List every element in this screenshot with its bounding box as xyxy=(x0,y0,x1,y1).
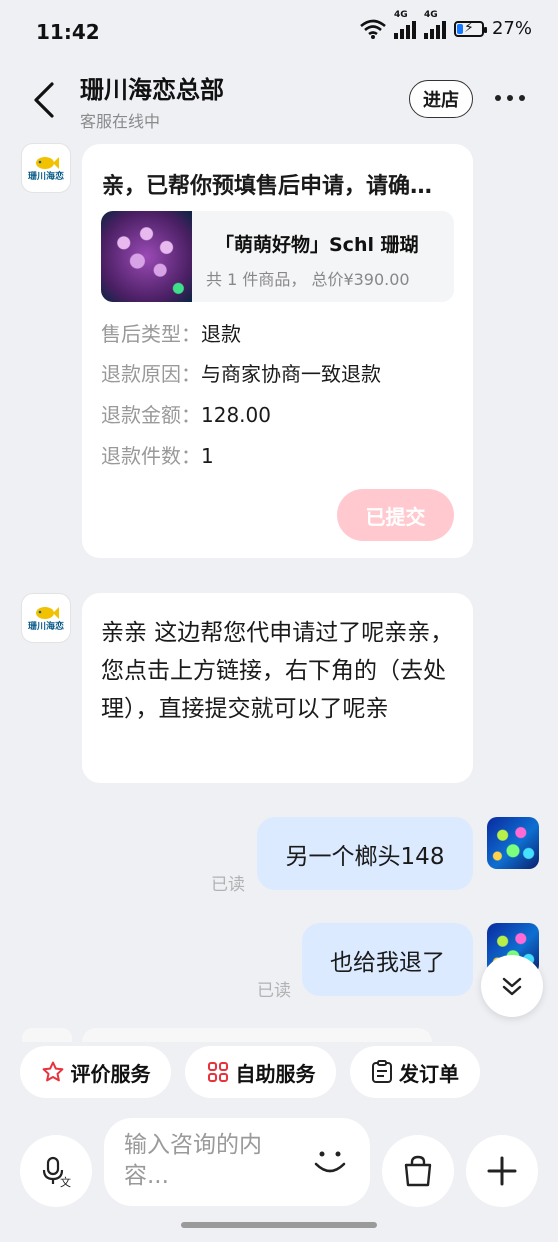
wifi-icon xyxy=(360,19,386,39)
signal-icon: 4G xyxy=(423,10,446,39)
shop-name[interactable]: 珊川海恋总部 xyxy=(80,70,224,105)
microphone-icon: 文 xyxy=(42,1156,71,1189)
status-icons: 4G 4G ⚡ 27% xyxy=(360,10,532,39)
product-image xyxy=(101,211,192,302)
next-avatar-peek xyxy=(22,1028,72,1042)
scroll-to-bottom-button[interactable] xyxy=(481,955,543,1017)
emoji-icon[interactable] xyxy=(308,1140,352,1184)
refund-reason-row: 退款原因：与商家协商一致退款 xyxy=(101,362,381,386)
battery-icon: ⚡ xyxy=(453,20,487,37)
more-actions-button[interactable] xyxy=(466,1135,538,1207)
product-link[interactable]: 「萌萌好物」Schl 珊瑚 共 1 件商品， 总价¥390.00 xyxy=(101,211,454,302)
refund-amount-row: 退款金额：128.00 xyxy=(101,403,271,427)
card-title: 亲，已帮你预填售后申请，请确认后提交 xyxy=(102,174,442,199)
input-placeholder: 输入咨询的内容... xyxy=(124,1132,262,1189)
voice-input-button[interactable]: 文 xyxy=(20,1135,92,1207)
status-time: 11:42 xyxy=(36,20,100,44)
rate-service-button[interactable]: 评价服务 xyxy=(20,1046,171,1098)
next-message-peek xyxy=(82,1028,432,1042)
back-arrow-icon[interactable] xyxy=(30,80,60,120)
svg-text:文: 文 xyxy=(60,1175,71,1189)
shop-avatar[interactable]: 珊川海恋 xyxy=(21,593,71,643)
shopping-bag-icon xyxy=(404,1155,432,1187)
double-chevron-down-icon xyxy=(502,977,522,996)
read-status: 已读 xyxy=(257,981,291,1001)
plus-icon xyxy=(487,1156,517,1186)
more-icon[interactable] xyxy=(495,95,525,101)
grid-icon xyxy=(207,1062,228,1082)
fish-logo-icon xyxy=(36,156,59,169)
product-name: 「萌萌好物」Schl 珊瑚 xyxy=(215,234,419,256)
enter-shop-button[interactable]: 进店 xyxy=(409,80,473,118)
self-service-button[interactable]: 自助服务 xyxy=(185,1046,336,1098)
user-avatar[interactable] xyxy=(487,817,539,869)
send-order-button[interactable]: 发订单 xyxy=(350,1046,480,1098)
submitted-button[interactable]: 已提交 xyxy=(337,489,454,541)
shop-bag-button[interactable] xyxy=(382,1135,454,1207)
read-status: 已读 xyxy=(211,875,245,895)
user-message-bubble: 另一个榔头148 xyxy=(257,817,473,890)
user-message-bubble: 也给我退了 xyxy=(302,923,473,996)
refund-type-row: 售后类型：退款 xyxy=(101,322,241,346)
product-summary: 共 1 件商品， 总价¥390.00 xyxy=(206,270,410,289)
refund-count-row: 退款件数：1 xyxy=(101,444,214,468)
shop-message-text: 亲亲 这边帮您代申请过了呢亲亲，您点击上方链接，右下角的（去处理），直接提交就可… xyxy=(101,620,454,722)
fish-logo-icon xyxy=(36,606,59,619)
battery-percent: 27% xyxy=(491,18,532,39)
star-icon xyxy=(42,1061,63,1082)
signal-icon: 4G xyxy=(393,10,416,39)
clipboard-icon xyxy=(372,1060,392,1083)
message-input[interactable]: 输入咨询的内容... xyxy=(104,1118,370,1206)
shop-avatar[interactable]: 珊川海恋 xyxy=(21,143,71,193)
online-status: 客服在线中 xyxy=(80,112,161,131)
home-indicator[interactable] xyxy=(181,1222,377,1228)
